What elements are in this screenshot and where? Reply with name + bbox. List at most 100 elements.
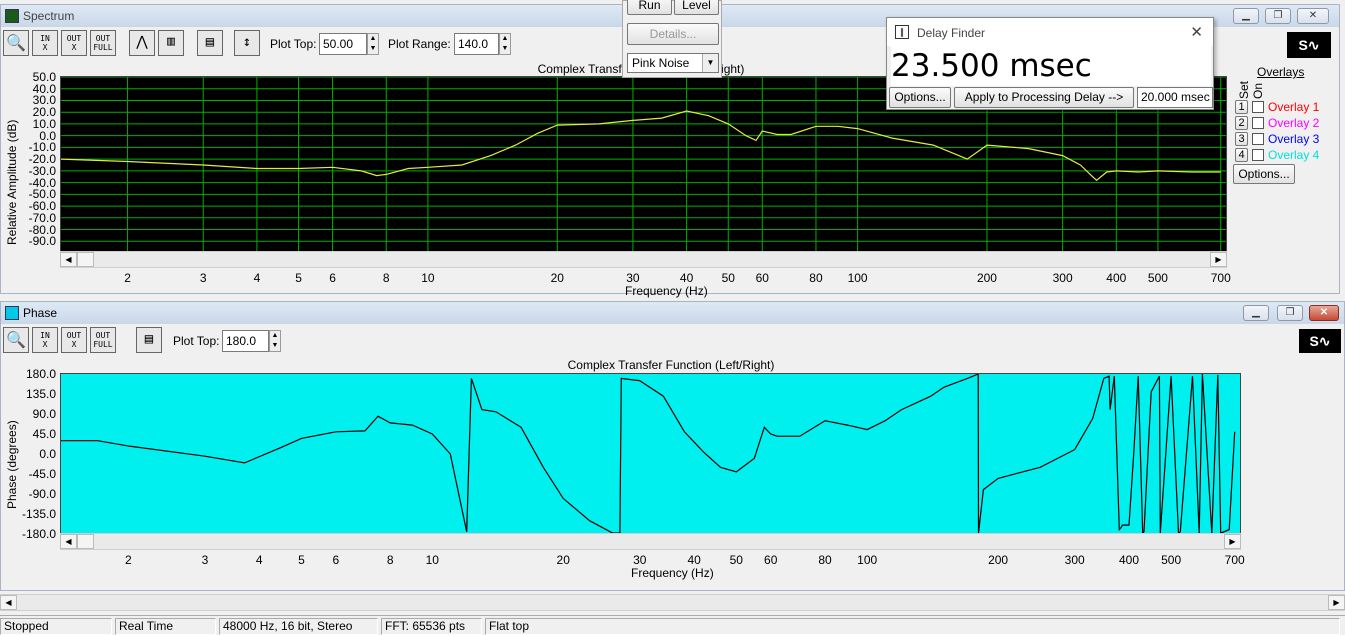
main-horizontal-scrollbar[interactable]: ◀ ▶	[0, 594, 1345, 611]
scroll-right-arrow-icon[interactable]: ▶	[1210, 252, 1227, 267]
run-button[interactable]: Run	[627, 0, 672, 15]
x-tick-label: 20	[556, 553, 570, 567]
scroll-right-arrow-icon[interactable]: ▶	[1224, 534, 1241, 549]
delay-value-field[interactable]: 20.000 msec	[1137, 87, 1213, 108]
spectrum-window-title: Spectrum	[23, 9, 75, 23]
overlay-checkbox[interactable]	[1252, 133, 1264, 145]
peak-icon[interactable]: ⋀	[129, 30, 155, 56]
status-state: Stopped	[0, 618, 112, 635]
minimize-icon[interactable]: ▁	[1243, 305, 1269, 321]
bars-icon[interactable]: ▥	[158, 30, 184, 56]
delay-finder-titlebar[interactable]: ∥ Delay Finder ✕	[887, 18, 1213, 46]
x-tick-label: 400	[1118, 553, 1139, 567]
sa-logo: S∿	[1287, 32, 1331, 58]
scroll-left-arrow-icon[interactable]: ◀	[0, 595, 17, 610]
generator-panel: Run Level Details... Pink Noise ▼	[622, 0, 722, 78]
phase-horizontal-scrollbar[interactable]: ◀ ▶	[60, 533, 1241, 550]
plot-range-input[interactable]: 140.0	[454, 33, 499, 55]
overlay-set-button[interactable]: 3	[1235, 132, 1248, 146]
overlay-set-button[interactable]: 2	[1235, 116, 1248, 130]
plot-top-stepper[interactable]: ▲ ▼	[367, 33, 379, 55]
scroll-thumb[interactable]	[77, 534, 94, 549]
plot-top-label: Plot Top:	[173, 334, 220, 348]
details-button[interactable]: Details...	[627, 23, 719, 45]
x-tick-label: 400	[1106, 271, 1127, 285]
phase-titlebar[interactable]: Phase ▁ ❐ ✕	[1, 302, 1344, 324]
x-tick-label: 500	[1147, 271, 1168, 285]
zoom-out-full-icon[interactable]: OUT FULL	[90, 30, 116, 56]
y-tick-label: -135.0	[21, 507, 56, 521]
close-icon[interactable]: ✕	[1190, 23, 1203, 41]
x-tick-label: 40	[679, 271, 694, 285]
x-tick-label: 8	[386, 553, 394, 567]
close-icon[interactable]: ✕	[1309, 305, 1339, 321]
x-tick-label: 80	[818, 553, 832, 567]
plot-background	[61, 374, 1240, 534]
spectrum-window-icon	[5, 9, 19, 23]
zoom-out-full-icon[interactable]: OUT FULL	[90, 327, 116, 353]
y-tick-label: -180.0	[21, 527, 56, 541]
plot-top-input[interactable]: 180.0	[222, 330, 269, 352]
x-tick-label: 700	[1210, 271, 1231, 285]
status-window: Flat top	[485, 618, 1340, 635]
zoom-out-x-icon[interactable]: OUT X	[61, 30, 87, 56]
minimize-icon[interactable]: ▁	[1233, 8, 1259, 24]
y-tick-label: -45.0	[28, 467, 56, 481]
zoom-in-x-icon[interactable]: IN X	[32, 30, 58, 56]
overlay-label: Overlay 2	[1268, 116, 1320, 130]
scroll-left-arrow-icon[interactable]: ◀	[60, 252, 77, 267]
x-tick-label: 5	[298, 553, 305, 567]
x-tick-label: 200	[976, 271, 997, 285]
overlay-checkbox[interactable]	[1252, 149, 1264, 161]
settings-panel-icon[interactable]: ▤	[197, 30, 223, 56]
zoom-in-x-icon[interactable]: IN X	[32, 327, 58, 353]
y-tick-label: 180.0	[25, 367, 56, 381]
y-tick-label: -90.0	[28, 234, 56, 249]
sa-logo: S∿	[1299, 329, 1341, 353]
spectrum-x-axis-title: Frequency (Hz)	[625, 284, 708, 298]
range-icon[interactable]: ↕	[234, 30, 260, 56]
phase-window-title: Phase	[23, 306, 58, 320]
maximize-icon[interactable]: ❐	[1277, 305, 1303, 321]
phase-chart	[61, 374, 1240, 534]
close-icon[interactable]: ✕	[1297, 8, 1329, 24]
chevron-down-icon[interactable]: ▼	[702, 54, 718, 72]
overlay-set-button[interactable]: 1	[1235, 100, 1248, 114]
delay-finder-window: ∥ Delay Finder ✕ 23.500 msec Options... …	[886, 17, 1214, 110]
x-tick-label: 3	[199, 271, 207, 285]
zoom-magnifier-icon[interactable]: 🔍	[3, 327, 29, 353]
plot-top-stepper[interactable]: ▲ ▼	[269, 330, 281, 352]
overlay-checkbox[interactable]	[1252, 101, 1264, 113]
overlay-checkbox[interactable]	[1252, 117, 1264, 129]
apply-processing-delay-button[interactable]: Apply to Processing Delay -->	[954, 87, 1134, 108]
overlay-options-button[interactable]: Options...	[1233, 164, 1295, 184]
maximize-icon[interactable]: ❐	[1265, 8, 1291, 24]
status-bar: Stopped Real Time 48000 Hz, 16 bit, Ster…	[0, 615, 1345, 635]
overlay-label: Overlay 1	[1268, 100, 1320, 114]
phase-plot-area[interactable]	[60, 373, 1241, 535]
level-button[interactable]: Level	[674, 0, 719, 15]
plot-top-label: Plot Top:	[270, 37, 317, 51]
delay-options-button[interactable]: Options...	[889, 87, 951, 108]
plot-range-stepper[interactable]: ▲ ▼	[499, 33, 511, 55]
x-tick-label: 60	[755, 271, 769, 285]
noise-type-value: Pink Noise	[632, 56, 690, 70]
settings-panel-icon[interactable]: ▤	[136, 327, 162, 353]
x-tick-label: 700	[1224, 553, 1245, 567]
x-tick-label: 10	[425, 553, 439, 567]
x-tick-label: 100	[847, 271, 868, 285]
spectrum-horizontal-scrollbar[interactable]: ◀ ▶	[60, 251, 1227, 268]
x-tick-label: 50	[721, 271, 735, 285]
zoom-out-x-icon[interactable]: OUT X	[61, 327, 87, 353]
x-tick-label: 20	[550, 271, 564, 285]
zoom-magnifier-icon[interactable]: 🔍	[3, 30, 29, 56]
scroll-left-arrow-icon[interactable]: ◀	[60, 534, 77, 549]
overlay-set-button[interactable]: 4	[1235, 148, 1248, 162]
plot-top-input[interactable]: 50.00	[319, 33, 367, 55]
x-tick-label: 60	[764, 553, 778, 567]
x-tick-label: 40	[687, 553, 701, 567]
noise-type-select[interactable]: Pink Noise ▼	[627, 53, 719, 73]
scroll-thumb[interactable]	[77, 252, 94, 267]
overlay-set-label: Set	[1237, 80, 1251, 99]
scroll-right-arrow-icon[interactable]: ▶	[1328, 595, 1345, 610]
